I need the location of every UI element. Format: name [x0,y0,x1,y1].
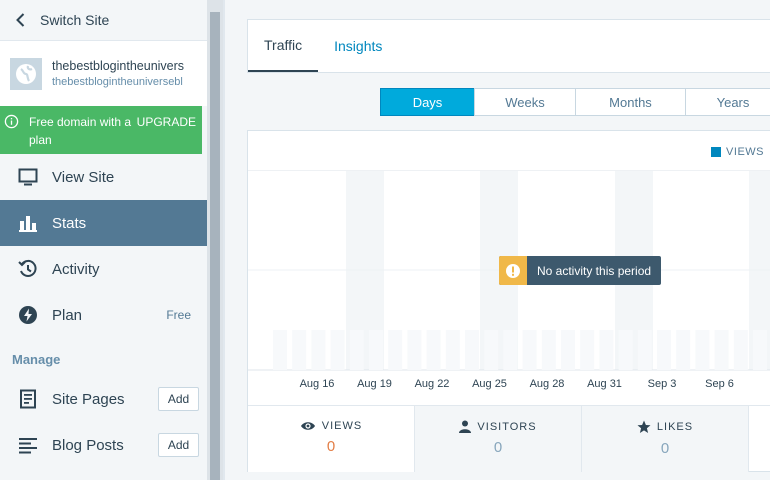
upgrade-nudge[interactable]: Free domain with a plan UPGRADE [0,106,202,154]
period-days[interactable]: Days [380,88,475,116]
empty-bar-placeholder [695,330,710,370]
person-icon [459,420,472,433]
add-page-button[interactable]: Add [158,387,199,411]
site-domain: thebestblogintheuniversebl [52,76,183,88]
total-label: VISITORS [477,420,537,433]
empty-bar-placeholder [657,330,671,370]
empty-bar-placeholder [714,330,729,370]
empty-bar-placeholder [676,330,691,370]
period-selector: Days Weeks Months Years [380,88,770,116]
period-months[interactable]: Months [575,88,686,116]
pages-icon [20,389,36,409]
total-value: 0 [326,438,336,455]
stats-icon [19,216,37,232]
history-icon [18,259,37,277]
total-label: LIKES [656,421,694,433]
site-title: thebestblogintheunivers [52,59,185,73]
total-likes[interactable]: LIKES 0 [582,406,749,472]
empty-bar-placeholder [522,330,537,370]
sidebar-item-label: View Site [52,168,115,186]
total-visitors[interactable]: VISITORS 0 [415,406,582,472]
period-weeks[interactable]: Weeks [474,88,576,116]
chevron-left-icon [16,13,25,27]
empty-bar-placeholder [273,330,287,370]
switch-site-label: Switch Site [40,12,110,28]
no-activity-notice: No activity this period [499,256,662,285]
total-value: 0 [660,440,670,457]
empty-bar-placeholder [637,330,652,370]
empty-bar-placeholder [369,330,383,370]
scrollbar-thumb[interactable] [210,12,220,480]
sidebar-item-site-pages[interactable]: Site Pages Add [0,376,207,422]
sidebar-scrollbar[interactable] [207,0,223,480]
sidebar-item-view-site[interactable]: View Site [0,154,207,200]
x-tick-label: Sep 3 [648,378,677,390]
posts-icon [19,438,37,454]
x-tick-label: Aug 25 [472,378,507,390]
info-icon [4,114,19,129]
empty-bar-placeholder [426,330,441,370]
empty-bar-placeholder [599,330,614,370]
period-years[interactable]: Years [685,88,770,116]
x-tick-label: Aug 16 [300,378,335,390]
plan-badge: Free [166,308,191,322]
empty-bar-placeholder [503,330,518,370]
total-views[interactable]: VIEWS 0 [248,406,415,472]
sidebar-item-label: Site Pages [52,390,125,408]
current-site-card[interactable]: thebestblogintheunivers thebestbloginthe… [0,40,207,106]
monitor-icon [18,168,38,186]
empty-bar-placeholder [311,330,326,370]
x-tick-label: Aug 31 [587,378,622,390]
total-value: 0 [493,439,503,456]
plan-icon [19,306,37,324]
empty-bar-placeholder [561,330,575,370]
x-tick-label: Sep 6 [705,378,734,390]
nudge-message: Free domain with a plan [29,115,132,147]
empty-bar-placeholder [349,330,364,370]
notice-text: No activity this period [537,263,652,278]
empty-bar-placeholder [292,330,307,370]
star-icon [637,420,651,433]
sidebar-item-label: Blog Posts [52,436,124,454]
sidebar-item-label: Activity [52,260,100,278]
add-post-button[interactable]: Add [158,433,199,457]
warning-icon [499,256,527,285]
total-label: VIEWS [321,420,363,432]
tab-insights[interactable]: Insights [318,20,398,72]
stats-tabs: Traffic Insights [248,20,770,72]
empty-bar-placeholder [733,330,748,370]
manage-heading: Manage [12,352,61,367]
sidebar: Switch Site thebestblogintheunivers theb… [0,0,207,480]
switch-site-button[interactable]: Switch Site [0,0,207,40]
empty-bar-placeholder [753,330,767,370]
sidebar-item-label: Stats [52,214,87,232]
sidebar-item-stats[interactable]: Stats [0,200,207,246]
empty-bar-placeholder [330,330,345,370]
x-tick-label: Aug 19 [357,378,392,390]
sidebar-item-label: Plan [52,306,83,324]
empty-bar-placeholder [618,330,633,370]
main-divider [223,0,225,480]
eye-icon [300,422,315,430]
x-tick-label: Aug 22 [415,378,450,390]
stats-totals: VIEWS 0 VISITORS 0 LIKES 0 [248,405,770,472]
empty-bar-placeholder [484,330,499,370]
empty-bar-placeholder [388,330,403,370]
empty-bar-placeholder [407,330,422,370]
x-tick-label: Aug 28 [530,378,565,390]
empty-bar-placeholder [541,330,556,370]
upgrade-link[interactable]: UPGRADE [137,114,196,130]
sidebar-item-blog-posts[interactable]: Blog Posts Add [0,422,207,468]
empty-bar-placeholder [465,330,479,370]
sidebar-item-activity[interactable]: Activity [0,246,207,292]
empty-bar-placeholder [580,330,595,370]
tab-traffic[interactable]: Traffic [248,20,319,72]
sidebar-item-plan[interactable]: Plan Free [0,292,207,338]
empty-bar-placeholder [445,330,460,370]
globe-icon [10,57,42,90]
